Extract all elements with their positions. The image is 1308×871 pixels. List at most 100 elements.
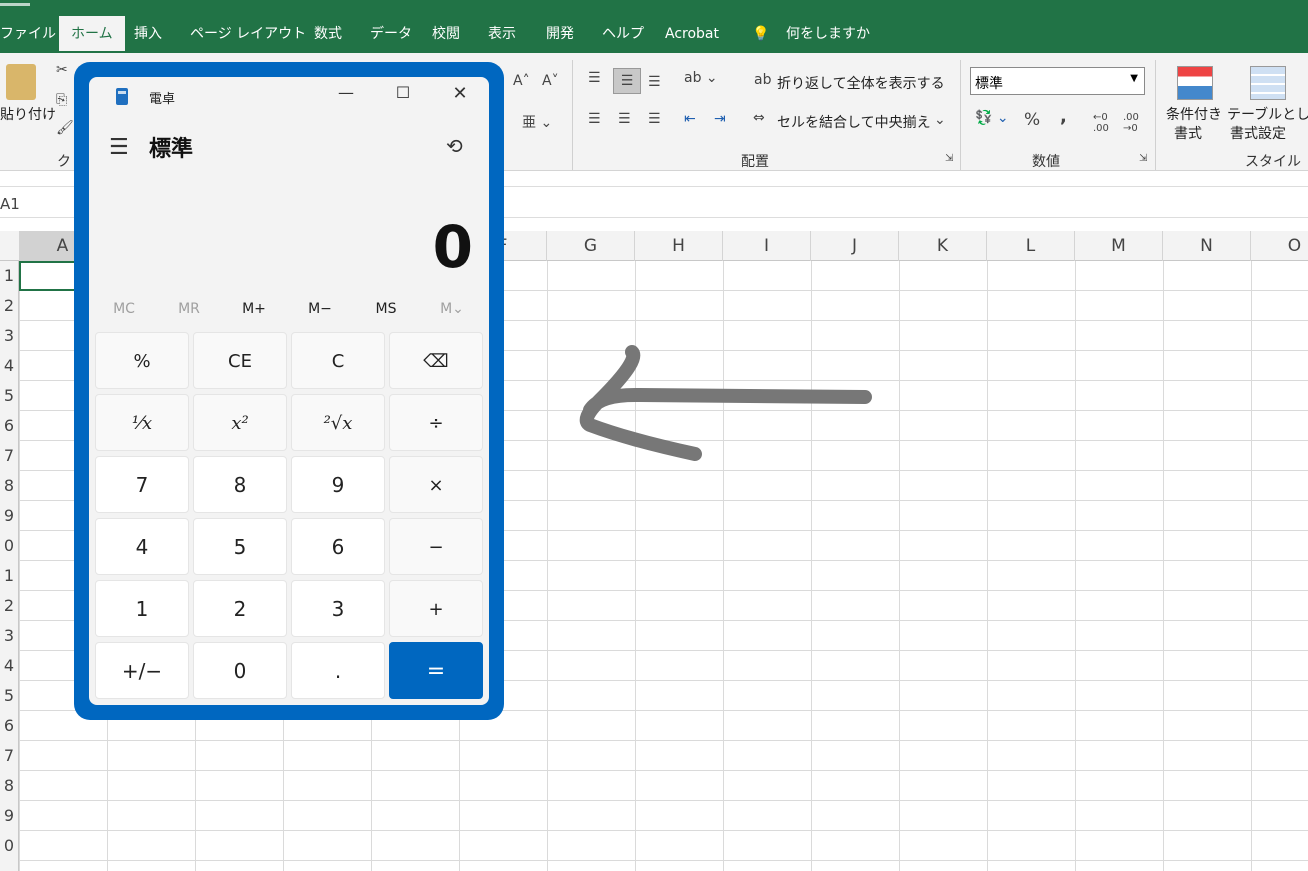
merge-icon[interactable]: ⇔ [753,110,765,126]
currency-icon[interactable]: 💱 ⌄ [975,110,1009,126]
column-header[interactable]: N [1163,231,1251,261]
column-header[interactable]: M [1075,231,1163,261]
row-header[interactable]: 4 [4,351,14,381]
lightbulb-icon[interactable]: 💡 [752,16,769,53]
row-header[interactable]: 8 [4,771,14,801]
decimal-key[interactable]: . [291,642,385,699]
row-header[interactable]: 7 [4,741,14,771]
digit-9-key[interactable]: 9 [291,456,385,513]
multiply-key[interactable]: × [389,456,483,513]
add-key[interactable]: + [389,580,483,637]
merge-center-button[interactable]: セルを結合して中央揃え [777,112,931,132]
row-header[interactable]: 0 [4,831,14,861]
memory-list-button[interactable]: M⌄ [419,301,485,317]
orientation-icon[interactable]: ab ⌄ [684,70,718,86]
memory-clear-button[interactable]: MC [91,301,157,317]
maximize-button[interactable]: ☐ [383,83,423,107]
negate-key[interactable]: +/− [95,642,189,699]
format-painter-icon[interactable]: 🖌 [56,120,74,136]
digit-7-key[interactable]: 7 [95,456,189,513]
tab-file[interactable]: ファイル [0,16,56,53]
dialog-launcher-icon[interactable]: ⇲ [945,153,953,164]
row-header[interactable]: 0 [4,531,14,561]
wrap-text-icon[interactable]: ab [754,72,771,88]
align-left-icon[interactable]: ☰ [588,111,601,127]
align-top-icon[interactable]: ☰ [588,70,601,86]
close-button[interactable]: ✕ [440,83,480,107]
conditional-format-label-2[interactable]: 書式 [1174,123,1202,143]
paste-icon[interactable] [6,64,36,100]
increase-decimal-icon[interactable]: ←0.00 [1093,112,1109,134]
row-header[interactable]: 9 [4,501,14,531]
row-header[interactable]: 5 [4,381,14,411]
dialog-launcher-icon[interactable]: ⇲ [1139,153,1147,164]
minimize-button[interactable]: — [326,83,366,107]
divide-key[interactable]: ÷ [389,394,483,451]
row-header[interactable]: 1 [4,561,14,591]
digit-8-key[interactable]: 8 [193,456,287,513]
table-format-icon[interactable] [1250,66,1286,100]
percent-key[interactable]: % [95,332,189,389]
column-header[interactable]: K [899,231,987,261]
column-header[interactable]: J [811,231,899,261]
digit-3-key[interactable]: 3 [291,580,385,637]
tab-review[interactable]: 校閲 [432,16,460,53]
memory-add-button[interactable]: M+ [221,301,287,317]
square-key[interactable]: x² [193,394,287,451]
backspace-key[interactable]: ⌫ [389,332,483,389]
tell-me-search[interactable]: 何をしますか [786,16,870,53]
table-format-label[interactable]: テーブルとして [1227,104,1308,124]
tab-data[interactable]: データ [370,16,412,53]
row-header[interactable]: 1 [4,261,14,291]
tab-insert[interactable]: 挿入 [134,16,162,53]
row-header[interactable]: 5 [4,681,14,711]
percent-button[interactable]: % [1024,110,1040,130]
align-middle-icon[interactable]: ☰ [613,68,641,94]
copy-icon[interactable]: ⎘ [56,92,67,108]
row-header[interactable]: 3 [4,621,14,651]
row-header[interactable]: 9 [4,801,14,831]
comma-button[interactable]: , [1060,106,1067,127]
align-bottom-icon[interactable]: ☰ [648,74,661,90]
paste-label[interactable]: 貼り付け [0,104,56,124]
conditional-format-icon[interactable] [1177,66,1213,100]
digit-5-key[interactable]: 5 [193,518,287,575]
tab-developer[interactable]: 開発 [546,16,574,53]
decrease-font-icon[interactable]: A˅ [542,73,559,89]
row-header[interactable]: 3 [4,321,14,351]
phonetic-icon[interactable]: 亜 ⌄ [522,112,552,132]
conditional-format-label[interactable]: 条件付き [1166,104,1222,124]
tab-acrobat[interactable]: Acrobat [665,16,719,53]
column-header[interactable]: I [723,231,811,261]
reciprocal-key[interactable]: ¹⁄x [95,394,189,451]
memory-store-button[interactable]: MS [353,301,419,317]
digit-0-key[interactable]: 0 [193,642,287,699]
square-root-key[interactable]: ²√x [291,394,385,451]
hamburger-menu-icon[interactable]: ☰ [109,135,129,160]
digit-4-key[interactable]: 4 [95,518,189,575]
align-center-icon[interactable]: ☰ [618,111,631,127]
table-format-label-2[interactable]: 書式設定 [1230,123,1286,143]
increase-indent-icon[interactable]: ⇥ [714,111,726,127]
tab-formulas[interactable]: 数式 [314,16,342,53]
history-icon[interactable]: ⟲ [446,134,463,158]
tab-help[interactable]: ヘルプ [602,16,644,53]
row-header[interactable]: 8 [4,471,14,501]
tab-home[interactable]: ホーム [59,16,125,53]
column-header[interactable]: H [635,231,723,261]
clear-key[interactable]: C [291,332,385,389]
decrease-decimal-icon[interactable]: .00 →0 [1123,112,1139,134]
column-header[interactable]: O [1251,231,1308,261]
clear-entry-key[interactable]: CE [193,332,287,389]
equals-key[interactable]: = [389,642,483,699]
decrease-indent-icon[interactable]: ⇤ [684,111,696,127]
column-header[interactable]: L [987,231,1075,261]
row-header[interactable]: 2 [4,291,14,321]
number-format-dropdown[interactable]: 標準 ▼ [970,67,1145,95]
digit-6-key[interactable]: 6 [291,518,385,575]
digit-2-key[interactable]: 2 [193,580,287,637]
memory-subtract-button[interactable]: M− [287,301,353,317]
align-right-icon[interactable]: ☰ [648,111,661,127]
row-header[interactable]: 2 [4,591,14,621]
wrap-text-button[interactable]: 折り返して全体を表示する [777,73,945,93]
